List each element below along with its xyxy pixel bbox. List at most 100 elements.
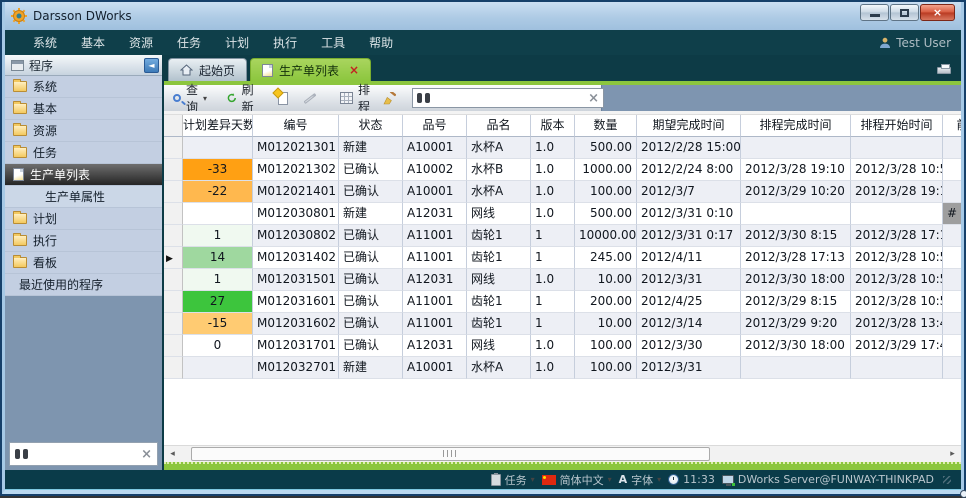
table-row[interactable]: ▶ M012021301 新建 A10001 水杯A 1.0 500.00 20… <box>164 137 961 159</box>
edit-button[interactable] <box>296 95 324 102</box>
row-selector-cell[interactable]: ▶ <box>164 313 183 335</box>
column-header[interactable]: 状态 <box>339 115 403 137</box>
cell-order-no[interactable]: M012021301 <box>253 137 339 159</box>
scroll-right-button[interactable]: ▸ <box>944 446 961 463</box>
cell-extra[interactable] <box>943 159 961 181</box>
cell-order-no[interactable]: M012031701 <box>253 335 339 357</box>
status-language[interactable]: 简体中文 ▾ <box>542 472 612 488</box>
cell-sched-finish[interactable]: 2012/3/30 8:15 <box>741 225 851 247</box>
cell-status[interactable]: 已确认 <box>339 313 403 335</box>
table-row[interactable]: ▶ 14 M012031402 已确认 A11001 齿轮1 1 245.00 … <box>164 247 961 269</box>
row-selector-cell[interactable]: ▶ <box>164 357 183 379</box>
cell-sched-finish[interactable]: 2012/3/29 8:15 <box>741 291 851 313</box>
column-header[interactable]: 数量 <box>575 115 637 137</box>
cell-part-no[interactable]: A11001 <box>403 291 467 313</box>
column-header[interactable]: 排程开始时间 <box>851 115 943 137</box>
cell-qty[interactable]: 100.00 <box>575 335 637 357</box>
cell-status[interactable]: 已确认 <box>339 335 403 357</box>
clear-search-icon[interactable]: × <box>588 92 599 105</box>
maximize-button[interactable] <box>890 4 919 21</box>
cell-part-no[interactable]: A10001 <box>403 181 467 203</box>
sidebar-item[interactable]: 生产单列表 <box>5 164 162 186</box>
row-selector-cell[interactable]: ▶ <box>164 181 183 203</box>
cell-sched-start[interactable]: 2012/3/29 17:46 <box>851 335 943 357</box>
cell-order-no[interactable]: M012030801 <box>253 203 339 225</box>
minimize-button[interactable] <box>860 4 889 21</box>
status-font[interactable]: A 字体 ▾ <box>619 472 662 488</box>
cell-due-time[interactable]: 2012/4/11 <box>637 247 741 269</box>
menu-item[interactable]: 系统 <box>21 30 69 55</box>
column-header[interactable]: 计划差异天数 <box>183 115 253 137</box>
menu-item[interactable]: 帮助 <box>357 30 405 55</box>
cell-version[interactable]: 1.0 <box>531 335 575 357</box>
row-selector-cell[interactable]: ▶ <box>164 203 183 225</box>
tab-start-page[interactable]: 起始页 <box>168 58 247 81</box>
column-header[interactable]: 编号 <box>253 115 339 137</box>
sidebar-item[interactable]: 执行 <box>5 230 162 252</box>
cell-sched-start[interactable] <box>851 137 943 159</box>
cell-part-name[interactable]: 水杯B <box>467 159 531 181</box>
cell-part-no[interactable]: A12031 <box>403 335 467 357</box>
cell-diff-days[interactable]: -33 <box>183 159 253 181</box>
row-selector-cell[interactable]: ▶ <box>164 269 183 291</box>
resize-grip[interactable] <box>943 476 951 484</box>
sidebar-item[interactable]: 最近使用的程序 <box>5 274 162 296</box>
cell-diff-days[interactable]: 1 <box>183 269 253 291</box>
cell-order-no[interactable]: M012021302 <box>253 159 339 181</box>
cell-due-time[interactable]: 2012/2/28 15:00 <box>637 137 741 159</box>
cell-sched-finish[interactable]: 2012/3/30 18:00 <box>741 269 851 291</box>
cell-extra[interactable] <box>943 291 961 313</box>
cell-part-name[interactable]: 水杯A <box>467 181 531 203</box>
column-header[interactable]: 品号 <box>403 115 467 137</box>
close-button[interactable]: × <box>920 4 955 21</box>
cell-part-name[interactable]: 齿轮1 <box>467 291 531 313</box>
cell-extra[interactable] <box>943 357 961 379</box>
cell-extra[interactable] <box>943 181 961 203</box>
menu-item[interactable]: 执行 <box>261 30 309 55</box>
cell-version[interactable]: 1.0 <box>531 159 575 181</box>
cell-sched-start[interactable]: 2012/3/28 10:52 <box>851 269 943 291</box>
cell-diff-days[interactable]: -22 <box>183 181 253 203</box>
cell-status[interactable]: 已确认 <box>339 291 403 313</box>
cell-sched-finish[interactable]: 2012/3/28 19:10 <box>741 159 851 181</box>
cell-extra[interactable] <box>943 225 961 247</box>
cell-part-name[interactable]: 齿轮1 <box>467 225 531 247</box>
cell-due-time[interactable]: 2012/3/7 <box>637 181 741 203</box>
cell-part-name[interactable]: 网线 <box>467 269 531 291</box>
cell-sched-start[interactable]: 2012/3/28 17:13 <box>851 225 943 247</box>
tab-close-icon[interactable]: × <box>349 63 359 77</box>
sidebar-item[interactable]: 系统 <box>5 76 162 98</box>
cell-due-time[interactable]: 2012/2/24 8:00 <box>637 159 741 181</box>
cell-sched-finish[interactable]: 2012/3/29 10:20 <box>741 181 851 203</box>
toolbar-search-input[interactable] <box>434 91 584 105</box>
cell-version[interactable]: 1.0 <box>531 137 575 159</box>
cell-version[interactable]: 1 <box>531 291 575 313</box>
cell-extra[interactable] <box>943 137 961 159</box>
cell-part-name[interactable]: 网线 <box>467 335 531 357</box>
cell-qty[interactable]: 10000.00 <box>575 225 637 247</box>
table-row[interactable]: ▶ 27 M012031601 已确认 A11001 齿轮1 1 200.00 … <box>164 291 961 313</box>
cell-sched-start[interactable] <box>851 203 943 225</box>
cell-part-name[interactable]: 齿轮1 <box>467 313 531 335</box>
menu-item[interactable]: 任务 <box>165 30 213 55</box>
row-selector-cell[interactable]: ▶ <box>164 225 183 247</box>
printer-icon[interactable] <box>937 67 951 74</box>
cell-status[interactable]: 新建 <box>339 203 403 225</box>
scroll-thumb[interactable] <box>191 447 710 461</box>
row-selector-cell[interactable]: ▶ <box>164 159 183 181</box>
table-row[interactable]: ▶ 1 M012030802 已确认 A11001 齿轮1 1 10000.00… <box>164 225 961 247</box>
cell-diff-days[interactable] <box>183 137 253 159</box>
cell-status[interactable]: 新建 <box>339 137 403 159</box>
cell-qty[interactable]: 200.00 <box>575 291 637 313</box>
cell-status[interactable]: 已确认 <box>339 181 403 203</box>
cell-due-time[interactable]: 2012/3/31 <box>637 357 741 379</box>
cell-sched-start[interactable]: 2012/3/28 19:10 <box>851 181 943 203</box>
cell-qty[interactable]: 500.00 <box>575 137 637 159</box>
cell-diff-days[interactable] <box>183 357 253 379</box>
cell-version[interactable]: 1.0 <box>531 203 575 225</box>
column-header[interactable]: 版本 <box>531 115 575 137</box>
cell-diff-days[interactable]: 14 <box>183 247 253 269</box>
cell-order-no[interactable]: M012031402 <box>253 247 339 269</box>
menu-item[interactable]: 工具 <box>309 30 357 55</box>
cell-part-name[interactable]: 网线 <box>467 203 531 225</box>
